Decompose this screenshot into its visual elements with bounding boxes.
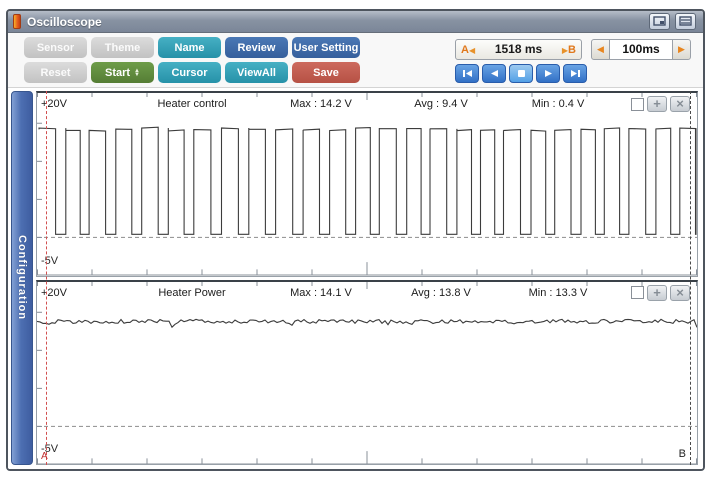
save-button[interactable]: Save [292,62,360,83]
cursor-button[interactable]: Cursor [158,62,221,83]
step-back-button[interactable] [482,63,506,83]
scope-panel-heater-control: +20V Heater control Max : 14.2 V Avg : 9… [36,91,698,277]
configuration-tab[interactable]: Configuration [11,91,33,465]
scope-panel-heater-power: +20V Heater Power Max : 14.1 V Avg : 13.… [36,279,698,465]
ab-range-display[interactable]: A◀ 1518 ms ▶B [455,38,582,60]
max-readout: Max : 14.2 V [290,98,352,110]
ab-range-value: 1518 ms [494,42,543,56]
avg-readout: Avg : 9.4 V [414,98,468,110]
step-back-icon [490,69,498,77]
cursor-b-label: B [568,44,576,56]
theme-button[interactable]: Theme [91,37,154,58]
play-icon [544,69,552,77]
vmax-label: +20V [41,286,67,299]
user-setting-button[interactable]: User Setting [292,37,360,58]
viewall-button[interactable]: ViewAll [225,62,288,83]
time-controls: A◀ 1518 ms ▶B ◀ 100ms ▶ [455,38,691,83]
skip-to-start-icon [462,69,472,77]
vmax-label: +20V [41,98,67,110]
timebase-control: ◀ 100ms ▶ [591,38,691,60]
skip-to-end-icon [570,69,580,77]
panel-header: +20V Heater Power Max : 14.1 V Avg : 13.… [37,282,697,302]
play-button[interactable] [536,63,560,83]
max-readout: Max : 14.1 V [290,286,352,299]
cursor-b-marker: B [678,448,686,460]
restore-window-icon [653,16,666,26]
start-button-label: Start [104,66,131,79]
cursor-a-label: A [461,44,469,56]
sensor-button[interactable]: Sensor [24,37,87,58]
add-channel-button[interactable]: + [647,96,667,112]
waveform-chart-heater-power[interactable]: -5V B [37,302,697,464]
vmin-label: -5V [41,254,59,267]
title-bar: Oscilloscope [8,11,703,33]
app-flame-icon [13,14,21,29]
timebase-value: 100ms [610,38,672,60]
name-button[interactable]: Name [158,37,221,58]
skip-to-end-button[interactable] [563,63,587,83]
review-button[interactable]: Review [225,37,288,58]
stop-icon [517,69,525,77]
playback-controls [455,63,587,83]
oscilloscope-window: Oscilloscope Sensor Theme Name Review Us… [6,9,705,471]
panel-header: +20V Heater control Max : 14.2 V Avg : 9… [37,93,697,113]
main-area: Configuration +20V Heater control Max : … [8,88,703,469]
avg-readout: Avg : 13.8 V [411,286,471,299]
start-button[interactable]: Start ▲ ▼ [91,62,154,83]
cursor-a-marker: A [41,451,48,462]
close-channel-button[interactable]: × [670,284,690,301]
minimize-window-button[interactable] [675,13,696,30]
step-right-icon: ▶ [678,43,685,54]
timebase-increase-button[interactable]: ▶ [672,38,691,60]
add-channel-button[interactable]: + [647,284,667,301]
waveform-chart-heater-control[interactable]: -5V [37,113,697,276]
start-spinner-icon: ▲ ▼ [134,67,140,78]
window-title: Oscilloscope [27,14,102,29]
channel-select-checkbox[interactable] [631,97,644,111]
reset-button[interactable]: Reset [24,62,87,83]
restore-window-button[interactable] [649,13,670,30]
minimize-window-icon [679,16,692,26]
channel-name: Heater Power [158,286,226,299]
channel-name: Heater control [157,98,227,110]
close-channel-button[interactable]: × [670,96,690,112]
skip-to-start-button[interactable] [455,63,479,83]
toolbar-button-grid: Sensor Theme Name Review User Setting Re… [24,37,360,83]
timebase-decrease-button[interactable]: ◀ [591,38,610,60]
scope-panels: +20V Heater control Max : 14.2 V Avg : 9… [36,91,698,465]
stop-button[interactable] [509,63,533,83]
toolbar: Sensor Theme Name Review User Setting Re… [8,33,703,88]
min-readout: Min : 13.3 V [528,286,588,299]
channel-select-checkbox[interactable] [631,286,644,299]
min-readout: Min : 0.4 V [531,98,585,110]
step-left-icon: ◀ [597,43,604,54]
a-left-arrow-icon: ◀ [468,46,476,55]
